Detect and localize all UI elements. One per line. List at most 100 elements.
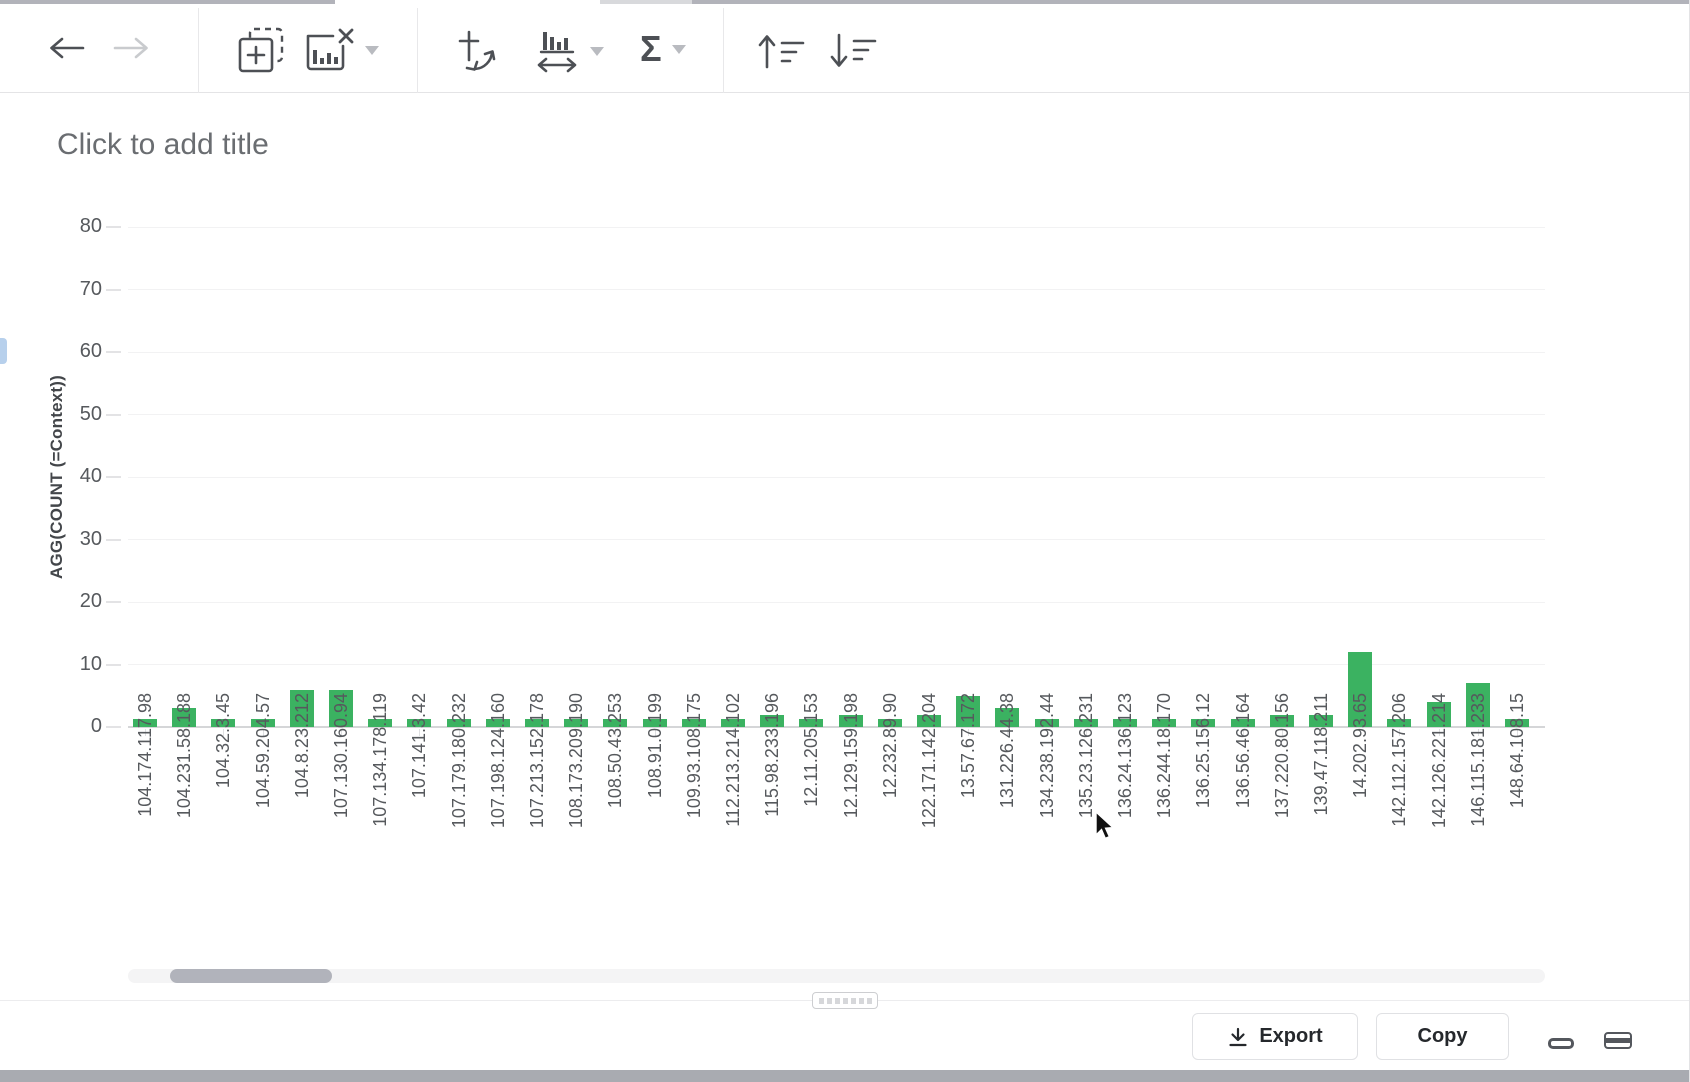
swap-axes-button[interactable]	[455, 28, 503, 76]
bar[interactable]	[1309, 715, 1333, 728]
bar[interactable]	[682, 719, 706, 727]
bar[interactable]	[486, 719, 510, 727]
y-tick-mark	[106, 539, 121, 541]
x-axis-label: 104.174.117.98	[135, 693, 155, 817]
x-axis-label: 137.220.80.156	[1272, 693, 1292, 818]
x-axis-label: 107.179.180.232	[449, 693, 469, 828]
bar[interactable]	[1231, 719, 1255, 727]
bar[interactable]	[290, 690, 314, 728]
horizontal-scrollbar-thumb[interactable]	[170, 969, 332, 983]
bar[interactable]	[1152, 719, 1176, 727]
x-axis-label: 135.23.126.231	[1076, 693, 1096, 818]
redo-button[interactable]	[112, 34, 152, 62]
y-tick-label: 60	[30, 340, 102, 363]
sort-descending-button[interactable]	[828, 32, 878, 70]
x-axis-label: 104.59.204.57	[253, 693, 273, 808]
bars-horizontal-resize-icon	[534, 26, 580, 76]
bar[interactable]	[643, 719, 667, 727]
x-tick-mark	[811, 729, 812, 736]
remove-chart-button[interactable]	[303, 28, 379, 72]
arrow-up-lines-icon	[756, 32, 806, 70]
chevron-down-icon	[365, 46, 379, 55]
chart-title-placeholder[interactable]: Click to add title	[57, 128, 269, 162]
undo-button[interactable]	[46, 34, 86, 62]
bar[interactable]	[1505, 719, 1529, 727]
open-window-icon[interactable]	[1604, 1032, 1632, 1049]
x-tick-mark	[1399, 729, 1400, 736]
bar[interactable]	[1427, 702, 1451, 727]
aggregate-button[interactable]: Σ	[640, 31, 686, 67]
x-tick-mark	[1360, 729, 1361, 736]
bar[interactable]	[447, 719, 471, 727]
arrow-down-lines-icon	[828, 32, 878, 70]
copy-button[interactable]: Copy	[1376, 1013, 1509, 1060]
bar[interactable]	[603, 719, 627, 727]
y-tick-label: 0	[30, 715, 102, 738]
bar[interactable]	[1466, 683, 1490, 727]
x-tick-mark	[1517, 729, 1518, 736]
bar[interactable]	[799, 719, 823, 727]
horizontal-scrollbar[interactable]	[128, 969, 1545, 983]
x-axis-label: 115.98.233.196	[762, 693, 782, 817]
bar[interactable]	[1387, 719, 1411, 727]
bar[interactable]	[1035, 719, 1059, 727]
bar[interactable]	[329, 690, 353, 728]
bar-width-button[interactable]	[534, 26, 604, 76]
x-tick-mark	[694, 729, 695, 736]
plot-area: 01020304050607080104.174.117.98104.231.5…	[0, 0, 1690, 1082]
x-tick-mark	[655, 729, 656, 736]
bar[interactable]	[917, 715, 941, 728]
bar[interactable]	[878, 719, 902, 727]
bar[interactable]	[407, 719, 431, 727]
x-tick-mark	[615, 729, 616, 736]
export-button[interactable]: Export	[1192, 1013, 1358, 1060]
bar[interactable]	[1074, 719, 1098, 727]
bar[interactable]	[995, 708, 1019, 727]
x-tick-mark	[302, 729, 303, 736]
bar[interactable]	[172, 708, 196, 727]
resize-handle[interactable]	[812, 992, 878, 1009]
bar[interactable]	[1191, 719, 1215, 727]
toolbar-divider	[417, 8, 418, 93]
y-tick-label: 10	[30, 653, 102, 676]
bar[interactable]	[564, 719, 588, 727]
chart-widget-editor: Σ Click to add title AGG(COUNT (=Context…	[0, 0, 1690, 1082]
sort-ascending-button[interactable]	[756, 32, 806, 70]
gridline	[128, 289, 1545, 290]
x-tick-mark	[1125, 729, 1126, 736]
add-chart-button[interactable]	[237, 26, 285, 74]
x-tick-mark	[1282, 729, 1283, 736]
y-tick-mark	[106, 601, 121, 603]
x-tick-mark	[380, 729, 381, 736]
bar[interactable]	[760, 715, 784, 728]
bar[interactable]	[1348, 652, 1372, 727]
bar[interactable]	[368, 719, 392, 727]
x-axis-label: 107.213.152.178	[527, 693, 547, 828]
side-tab-fragment	[0, 338, 7, 364]
bar[interactable]	[251, 719, 275, 727]
bar[interactable]	[839, 715, 863, 728]
x-tick-mark	[184, 729, 185, 736]
x-axis-label: 107.198.124.160	[488, 693, 508, 828]
bar[interactable]	[956, 696, 980, 727]
y-axis-title-text: AGG(COUNT (=Context))	[47, 375, 67, 579]
collapse-panel-icon[interactable]	[1548, 1038, 1574, 1049]
bar[interactable]	[1113, 719, 1137, 727]
y-tick-mark	[106, 664, 121, 666]
x-tick-mark	[1164, 729, 1165, 736]
x-tick-mark	[968, 729, 969, 736]
export-label: Export	[1259, 1025, 1322, 1048]
y-tick-mark	[106, 476, 121, 478]
copy-label: Copy	[1418, 1025, 1468, 1048]
gridline	[128, 664, 1545, 665]
bar[interactable]	[525, 719, 549, 727]
bar[interactable]	[211, 719, 235, 727]
x-axis-label: 12.129.159.198	[841, 693, 861, 818]
x-tick-mark	[576, 729, 577, 736]
bar[interactable]	[721, 719, 745, 727]
x-axis-label: 142.112.157.206	[1389, 693, 1409, 827]
window-bottom-edge	[0, 1070, 1690, 1082]
bar[interactable]	[1270, 715, 1294, 728]
x-axis-label: 122.171.142.204	[919, 693, 939, 828]
bar[interactable]	[133, 719, 157, 727]
